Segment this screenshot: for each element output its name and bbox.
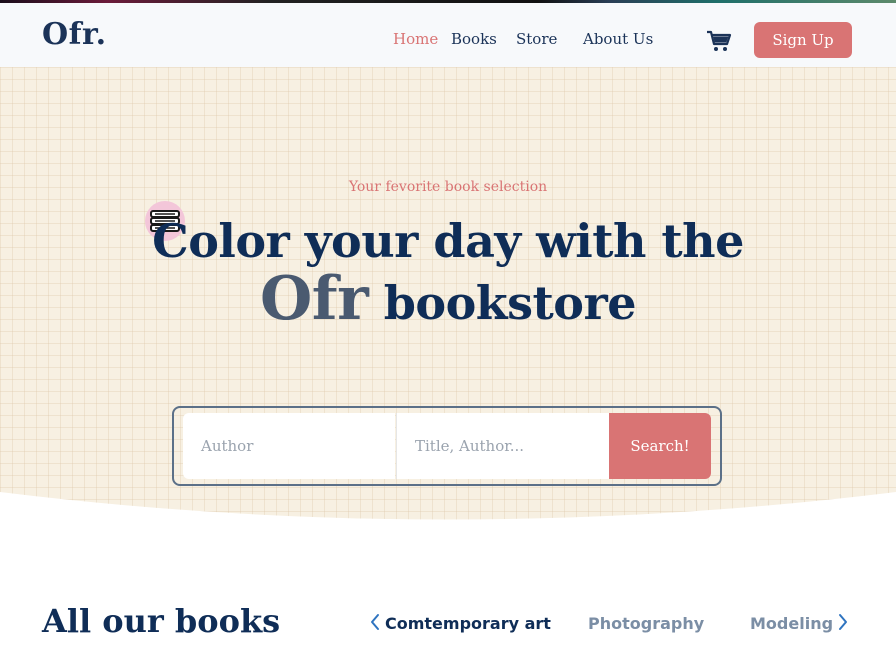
chevron-left-icon[interactable] — [368, 612, 382, 632]
headline-line-1: Color your day with the — [152, 214, 744, 268]
title-author-input[interactable]: Title, Author... — [396, 413, 610, 479]
nav-about-us[interactable]: About Us — [583, 30, 653, 48]
search-button[interactable]: Search! — [609, 413, 711, 479]
headline-bookstore: bookstore — [383, 276, 637, 330]
hero-subtitle: Your fevorite book selection — [348, 179, 548, 195]
hero-headline: Color your day with the Ofr bookstore — [0, 212, 896, 332]
shopping-cart-icon[interactable] — [706, 29, 732, 53]
headline-line-2: Ofr bookstore — [0, 269, 896, 332]
top-nav-bar: Ofr. Home Books Store About Us Sign Up — [0, 3, 896, 67]
nav-books[interactable]: Books — [451, 30, 497, 48]
category-contemporary-art[interactable]: Comtemporary art — [385, 614, 551, 633]
nav-home[interactable]: Home — [393, 30, 438, 48]
sign-up-button[interactable]: Sign Up — [754, 22, 852, 58]
category-photography[interactable]: Photography — [588, 614, 704, 633]
nav-store[interactable]: Store — [516, 30, 557, 48]
author-input[interactable]: Author — [183, 413, 395, 479]
section-title: All our books — [42, 602, 281, 640]
chevron-right-icon[interactable] — [836, 612, 850, 632]
category-modeling[interactable]: Modeling — [750, 614, 833, 633]
headline-brand: Ofr — [260, 264, 369, 334]
site-logo[interactable]: Ofr. — [42, 17, 107, 52]
